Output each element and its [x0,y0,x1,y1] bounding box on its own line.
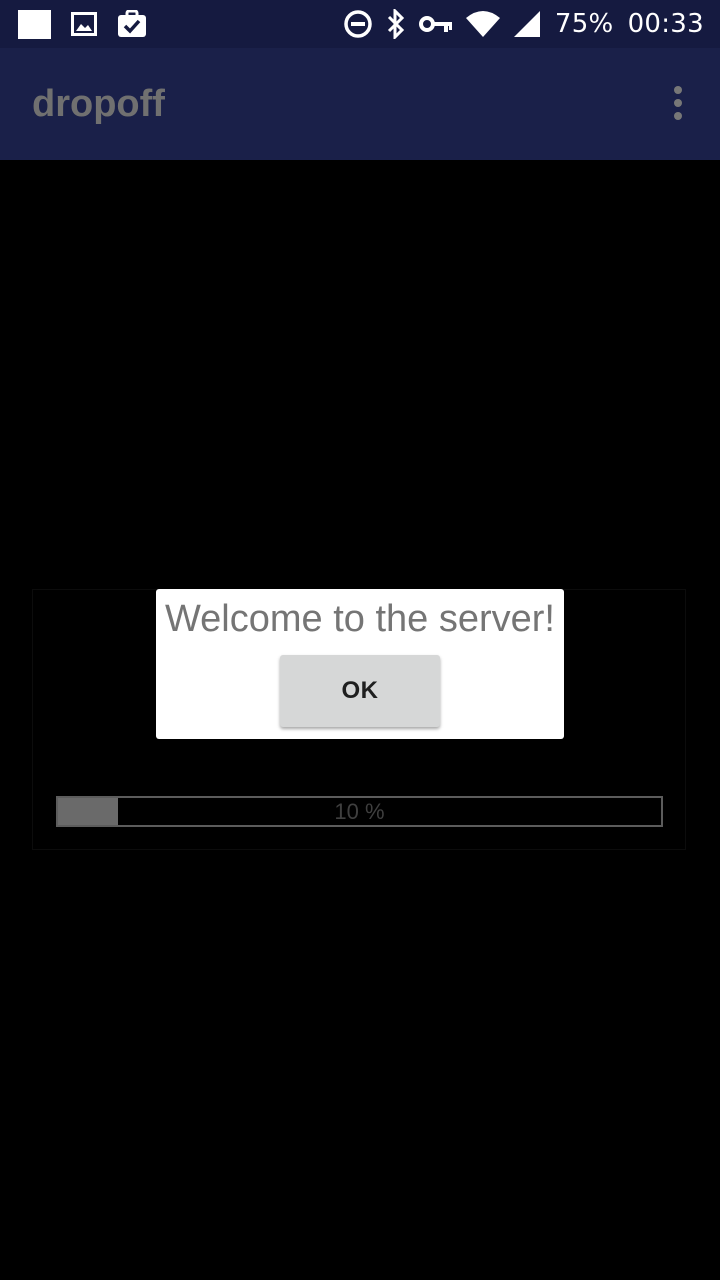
ok-button[interactable]: OK [280,655,440,727]
progress-bar: 10 % [56,796,663,827]
do-not-disturb-icon [344,10,372,38]
clock: 00:33 [627,9,704,39]
clipboard-check-icon [118,10,146,37]
image-icon [71,12,97,36]
notification-square-icon [18,9,51,39]
app-bar: dropoff [0,48,720,160]
cell-signal-icon [513,11,540,37]
battery-percent: 75% [554,9,614,39]
wifi-icon [465,11,500,37]
vpn-key-icon [418,16,452,32]
status-bar: 75% 00:33 [0,0,720,48]
screen: 75% 00:33 dropoff 10 % Welcome to the se… [0,0,720,1280]
overflow-menu-icon[interactable] [666,86,690,122]
welcome-dialog: Welcome to the server! OK [156,589,564,739]
dialog-message: Welcome to the server! [164,598,555,640]
status-bar-right: 75% 00:33 [331,6,704,42]
progress-label: 10 % [334,799,385,824]
status-bar-left [18,9,167,39]
bluetooth-icon [387,9,404,39]
app-title: dropoff [32,83,165,125]
